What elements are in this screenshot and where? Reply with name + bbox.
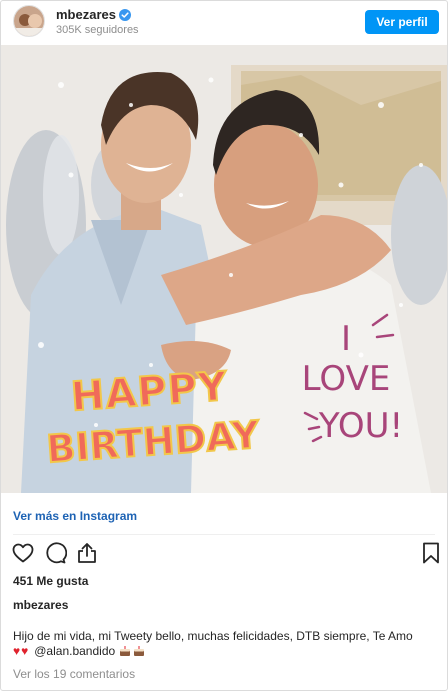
overlay-love: LOVE (302, 359, 391, 399)
action-bar (1, 541, 447, 567)
see-more-link[interactable]: Ver más en Instagram (13, 509, 137, 523)
verified-badge-icon (118, 8, 131, 21)
username-link[interactable]: mbezares (56, 7, 116, 22)
caption-username[interactable]: mbezares (13, 598, 68, 612)
mention-link[interactable]: @alan.bandido (34, 644, 115, 658)
cake-emoji-icon (120, 646, 131, 656)
caption-text: Hijo de mi vida, mi Tweety bello, muchas… (13, 629, 413, 643)
overlay-you: YOU! (318, 406, 403, 446)
instagram-embed-card: mbezares 305K seguidores Ver perfil HAPP… (0, 0, 448, 691)
post-photo[interactable]: HAPPY BIRTHDAY I LOVE YOU! (1, 45, 447, 493)
user-block: mbezares 305K seguidores (56, 7, 139, 36)
view-profile-button[interactable]: Ver perfil (365, 10, 439, 34)
avatar[interactable] (13, 5, 45, 37)
like-count[interactable]: 451 Me gusta (13, 574, 88, 588)
cake-emoji-icon (134, 646, 145, 656)
heart-icon[interactable] (11, 541, 35, 565)
post-header: mbezares 305K seguidores Ver perfil (1, 1, 447, 45)
bookmark-icon[interactable] (419, 541, 443, 565)
follower-count: 305K seguidores (56, 24, 139, 36)
caption-line2: ♥♥ @alan.bandido (13, 644, 147, 658)
divider (13, 534, 435, 535)
share-icon[interactable] (75, 541, 99, 565)
overlay-i: I (341, 319, 351, 359)
comment-icon[interactable] (43, 541, 67, 565)
hearts-emoji: ♥♥ (13, 644, 30, 658)
view-comments-link[interactable]: Ver los 19 comentarios (13, 667, 135, 681)
